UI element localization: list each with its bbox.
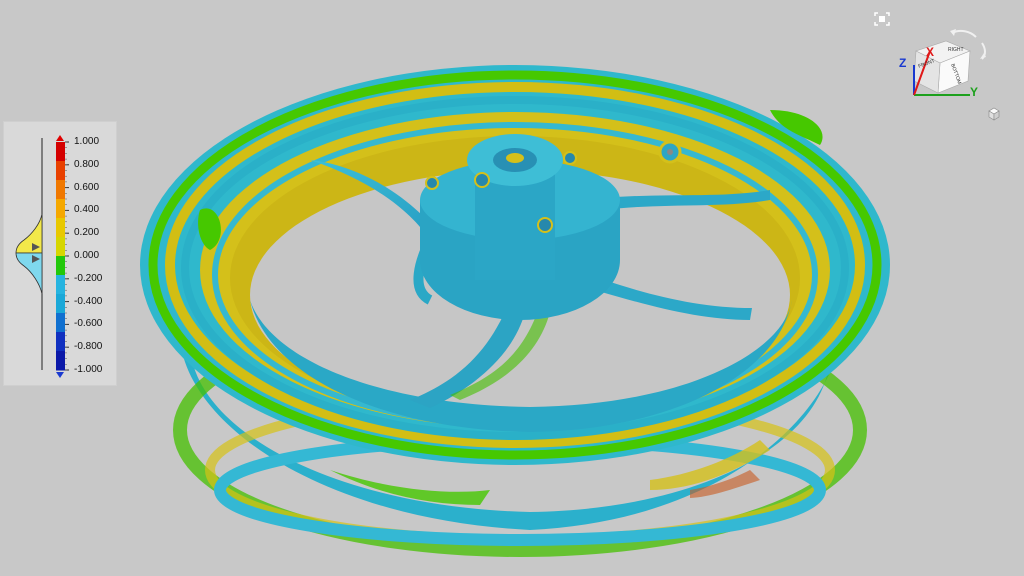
wheel-deviation-model[interactable]	[130, 50, 900, 570]
color-bar-segment	[56, 294, 65, 314]
legend-value-label: 0.000	[74, 250, 100, 261]
legend-value-label: 0.400	[74, 204, 100, 216]
view-mode-cube-icon[interactable]	[987, 107, 1001, 121]
navigation-cube[interactable]: Z X Y RIGHT BOTTOM FRONT	[890, 25, 990, 110]
legend-value-label: -0.800	[74, 341, 103, 353]
3d-viewport[interactable]: 1.000 0.800 0.600 0.400 0.200 0.000 -0.200 -0.4…	[0, 0, 1024, 576]
legend-value-label: -1.000	[74, 364, 103, 375]
upper-limit-arrow	[56, 135, 64, 141]
color-deviation-legend: 1.000 0.800 0.600 0.400 0.200 0.000 -0.200 -0.4…	[3, 121, 117, 386]
color-bar-segment	[56, 142, 65, 162]
color-bar-segment	[56, 275, 65, 295]
legend-value-label: -0.400	[74, 295, 103, 307]
fit-view-icon[interactable]	[874, 12, 890, 26]
legend-value-label: 0.200	[74, 227, 100, 239]
lower-limit-arrow	[56, 372, 64, 378]
color-bar-segment	[56, 256, 65, 276]
legend-value-label: 1.000	[74, 136, 100, 147]
axis-z-label: Z	[899, 56, 907, 70]
cube-face-right[interactable]: RIGHT	[948, 47, 964, 53]
color-bar-segment	[56, 351, 65, 371]
legend-value-label: -0.200	[74, 272, 103, 284]
rotate-arrow-icon	[951, 29, 977, 38]
color-bar-segment	[56, 237, 65, 257]
legend-value-label: -0.600	[74, 318, 103, 330]
color-bar-segment	[56, 199, 65, 219]
color-bar-segment	[56, 180, 65, 200]
color-bar-segment	[56, 161, 65, 181]
color-bar-segment	[56, 332, 65, 352]
color-bar-segment	[56, 218, 65, 238]
axis-y-label: Y	[970, 85, 979, 99]
legend-value-label: 0.600	[74, 181, 100, 193]
axis-x-label: X	[926, 45, 935, 59]
color-bar-segment	[56, 313, 65, 333]
legend-value-label: 0.800	[74, 158, 100, 170]
